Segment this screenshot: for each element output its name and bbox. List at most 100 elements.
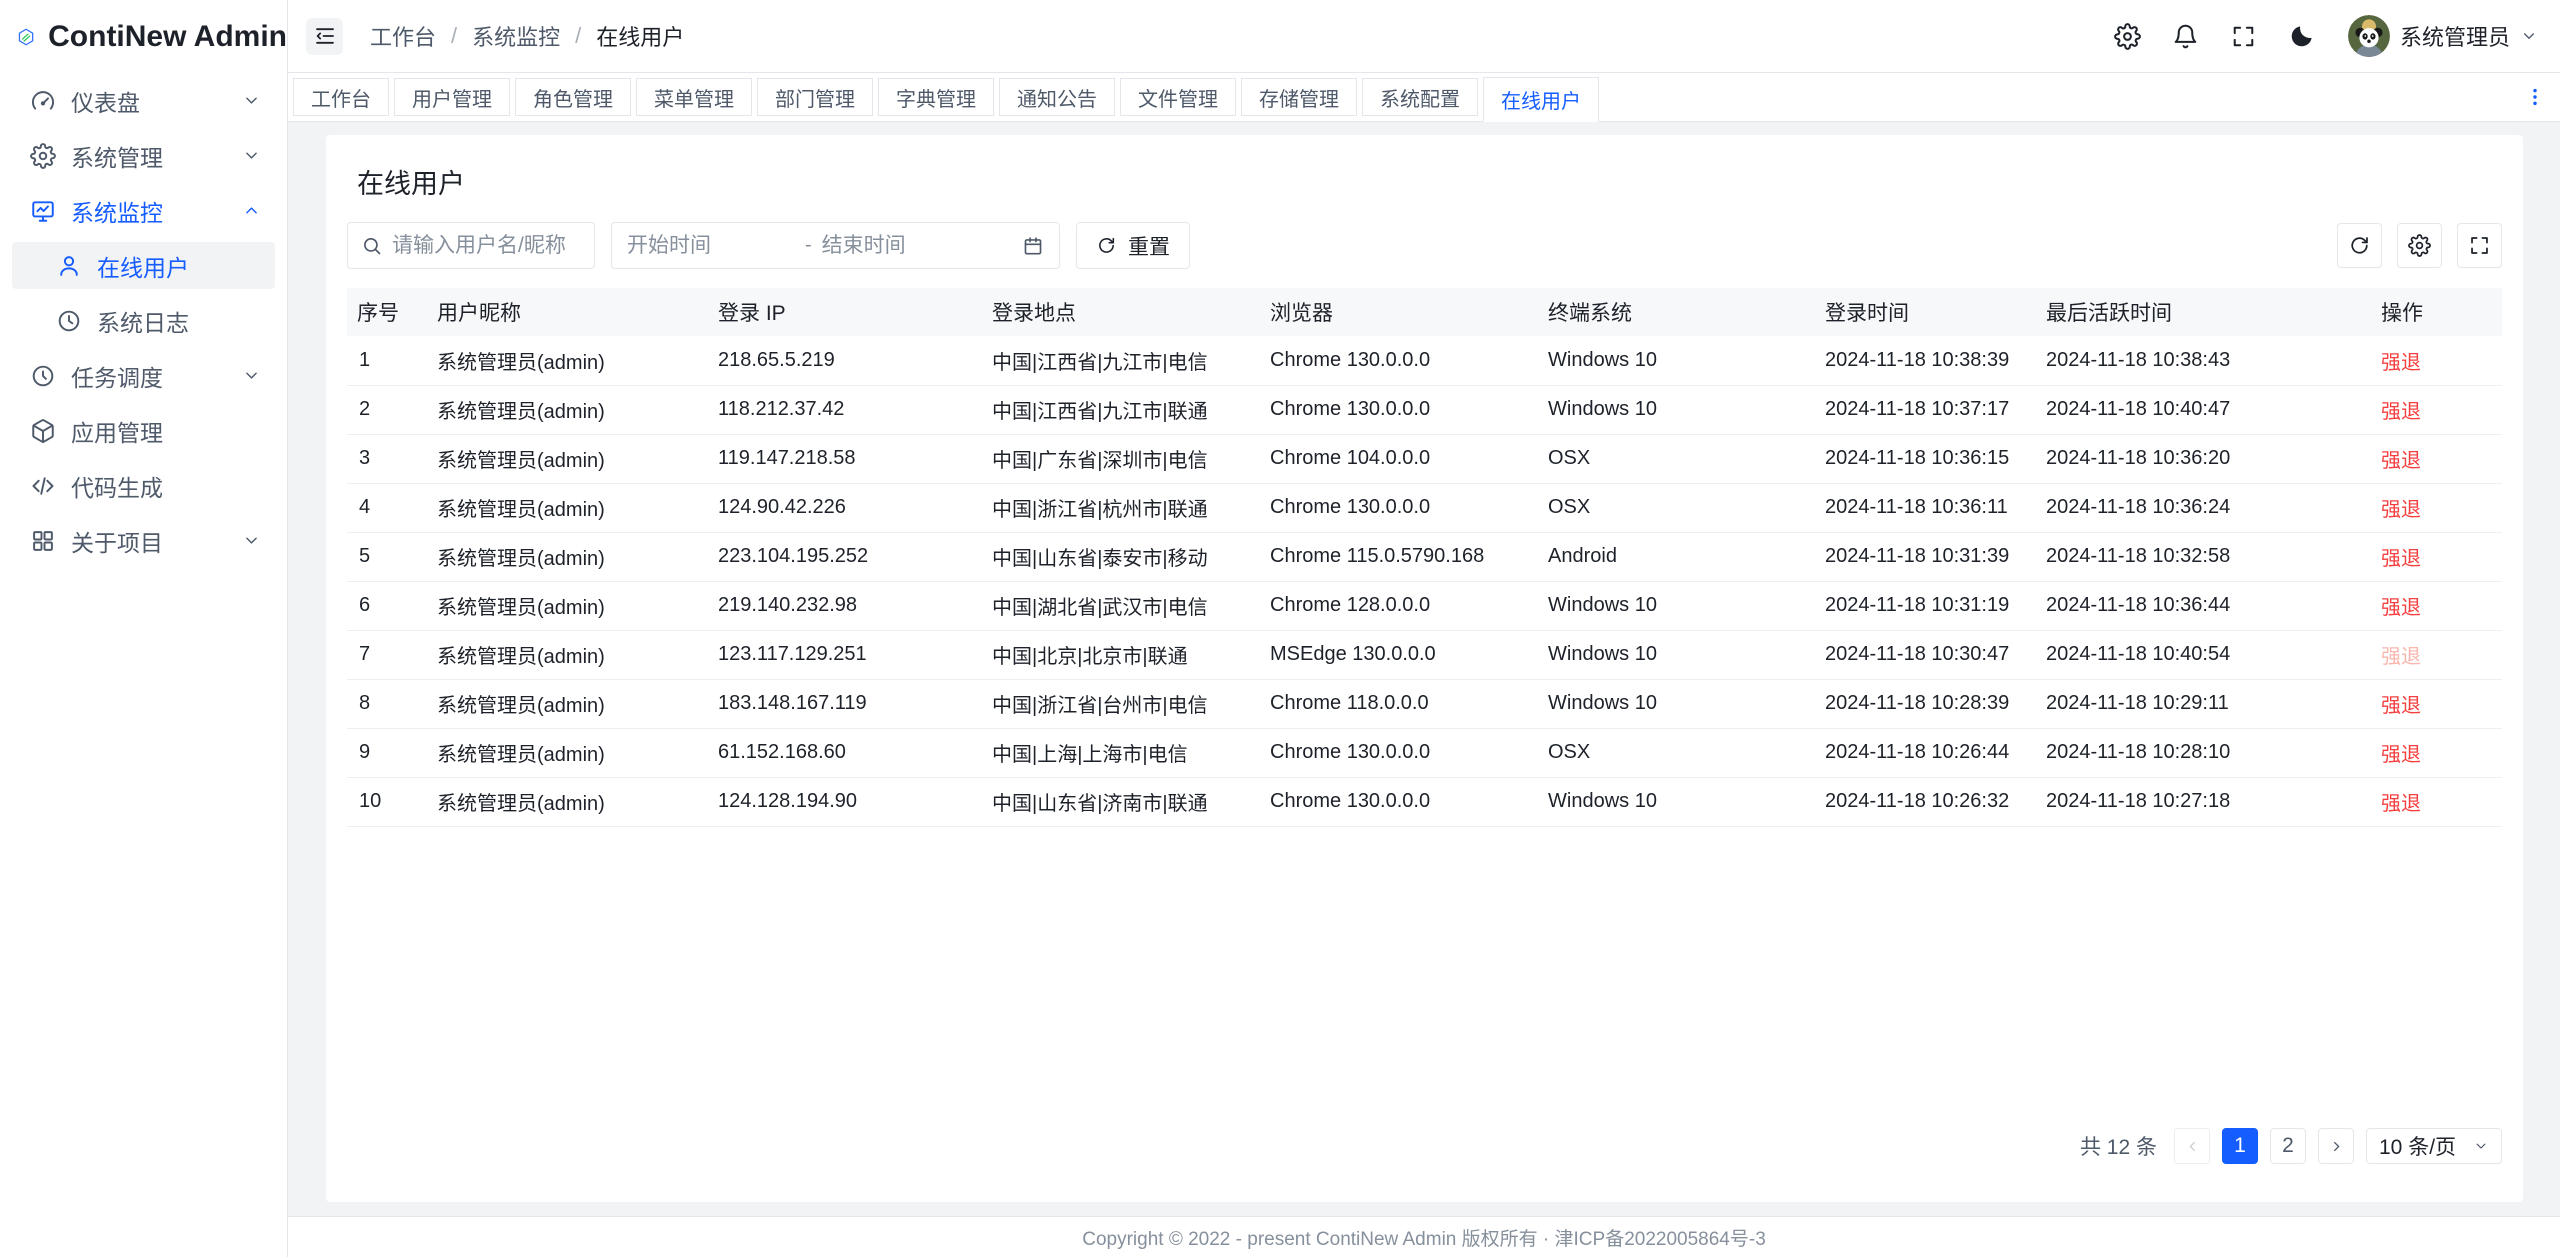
sidebar-item-5[interactable]: 任务调度 <box>12 348 275 403</box>
collapse-sidebar-button[interactable] <box>306 18 343 55</box>
more-vertical-icon[interactable] <box>2524 86 2546 108</box>
search-input[interactable] <box>392 234 581 258</box>
force-logout-link[interactable]: 强退 <box>2381 793 2421 815</box>
cell-action: 强退 <box>2371 483 2502 532</box>
cell-ip: 118.212.37.42 <box>708 385 982 434</box>
reset-button-label: 重置 <box>1128 231 1170 261</box>
settings-icon[interactable] <box>2114 23 2141 50</box>
pagination-page-1[interactable]: 1 <box>2222 1128 2258 1164</box>
cell-action: 强退 <box>2371 630 2502 679</box>
sidebar-item-label: 在线用户 <box>97 249 261 283</box>
cell-index: 3 <box>347 434 427 483</box>
cell-action: 强退 <box>2371 679 2502 728</box>
sidebar-item-3[interactable]: 在线用户 <box>12 242 275 289</box>
refresh-icon <box>1096 235 1117 256</box>
sidebar-item-label: 任务调度 <box>71 359 242 393</box>
table-toolbar-buttons <box>2337 223 2502 268</box>
pagination-page-2[interactable]: 2 <box>2270 1128 2306 1164</box>
pagination-prev-button[interactable] <box>2174 1128 2210 1164</box>
settings-button[interactable] <box>2397 223 2442 268</box>
breadcrumb-item[interactable]: 工作台 <box>370 20 436 52</box>
sidebar-item-2[interactable]: 系统监控 <box>12 183 275 238</box>
cell-index: 2 <box>347 385 427 434</box>
tab-字典管理[interactable]: 字典管理 <box>878 78 994 116</box>
force-logout-link[interactable]: 强退 <box>2381 352 2421 374</box>
refresh-button[interactable] <box>2337 223 2382 268</box>
force-logout-link[interactable]: 强退 <box>2381 450 2421 472</box>
sidebar-item-1[interactable]: 系统管理 <box>12 128 275 183</box>
sidebar-item-label: 系统管理 <box>71 139 242 173</box>
cell-index: 10 <box>347 777 427 826</box>
force-logout-link[interactable]: 强退 <box>2381 695 2421 717</box>
cell-location: 中国|广东省|深圳市|电信 <box>982 434 1260 483</box>
search-icon <box>361 235 383 257</box>
force-logout-link[interactable]: 强退 <box>2381 744 2421 766</box>
tab-在线用户[interactable]: 在线用户 <box>1483 77 1599 122</box>
menu-fold-icon <box>313 24 337 48</box>
sidebar-item-8[interactable]: 关于项目 <box>12 513 275 568</box>
bell-icon[interactable] <box>2172 23 2199 50</box>
force-logout-link[interactable]: 强退 <box>2381 548 2421 570</box>
cell-location: 中国|北京|北京市|联通 <box>982 630 1260 679</box>
moon-icon[interactable] <box>2288 23 2315 50</box>
cell-browser: Chrome 130.0.0.0 <box>1260 777 1538 826</box>
cell-index: 5 <box>347 532 427 581</box>
fullscreen-button[interactable] <box>2457 223 2502 268</box>
table-row: 6系统管理员(admin)219.140.232.98中国|湖北省|武汉市|电信… <box>347 581 2502 630</box>
pagination-next-button[interactable] <box>2318 1128 2354 1164</box>
fullscreen-icon[interactable] <box>2230 23 2257 50</box>
cell-browser: Chrome 104.0.0.0 <box>1260 434 1538 483</box>
cell-action: 强退 <box>2371 532 2502 581</box>
cell-action: 强退 <box>2371 581 2502 630</box>
cell-last_active: 2024-11-18 10:40:47 <box>2036 385 2371 434</box>
history-icon <box>56 308 82 334</box>
empty-space <box>347 827 2502 1129</box>
tab-用户管理[interactable]: 用户管理 <box>394 78 510 116</box>
reset-button[interactable]: 重置 <box>1076 222 1190 269</box>
cell-login_time: 2024-11-18 10:36:11 <box>1815 483 2036 532</box>
top-header: 工作台/系统监控/在线用户 系统管理员 <box>288 0 2560 73</box>
cell-ip: 219.140.232.98 <box>708 581 982 630</box>
force-logout-link[interactable]: 强退 <box>2381 499 2421 521</box>
sidebar-item-7[interactable]: 代码生成 <box>12 458 275 513</box>
breadcrumb-item[interactable]: 在线用户 <box>596 20 684 52</box>
tab-菜单管理[interactable]: 菜单管理 <box>636 78 752 116</box>
tab-角色管理[interactable]: 角色管理 <box>515 78 631 116</box>
tab-label: 系统配置 <box>1380 83 1460 112</box>
start-time-input[interactable] <box>627 234 795 258</box>
sidebar-item-0[interactable]: 仪表盘 <box>12 73 275 128</box>
column-header: 终端系统 <box>1538 288 1815 336</box>
chevron-up-icon <box>242 201 261 220</box>
force-logout-link[interactable]: 强退 <box>2381 401 2421 423</box>
tab-label: 角色管理 <box>533 83 613 112</box>
user-menu[interactable]: 系统管理员 <box>2348 15 2538 57</box>
date-range-picker[interactable]: - <box>611 222 1060 269</box>
tab-存储管理[interactable]: 存储管理 <box>1241 78 1357 116</box>
app-logo: ContiNew Admin <box>0 0 287 73</box>
online-users-table-wrap: 序号用户昵称登录 IP登录地点浏览器终端系统登录时间最后活跃时间操作 1系统管理… <box>347 288 2502 827</box>
cell-nickname: 系统管理员(admin) <box>427 434 708 483</box>
cell-ip: 183.148.167.119 <box>708 679 982 728</box>
sidebar-item-6[interactable]: 应用管理 <box>12 403 275 458</box>
cell-location: 中国|浙江省|台州市|电信 <box>982 679 1260 728</box>
sidebar-item-4[interactable]: 系统日志 <box>12 293 275 348</box>
tab-通知公告[interactable]: 通知公告 <box>999 78 1115 116</box>
tab-系统配置[interactable]: 系统配置 <box>1362 78 1478 116</box>
cell-action: 强退 <box>2371 385 2502 434</box>
column-header: 登录 IP <box>708 288 982 336</box>
cell-location: 中国|山东省|济南市|联通 <box>982 777 1260 826</box>
breadcrumb-item[interactable]: 系统监控 <box>472 20 560 52</box>
table-header-row: 序号用户昵称登录 IP登录地点浏览器终端系统登录时间最后活跃时间操作 <box>347 288 2502 336</box>
tab-label: 字典管理 <box>896 83 976 112</box>
avatar <box>2348 15 2390 57</box>
tab-文件管理[interactable]: 文件管理 <box>1120 78 1236 116</box>
refresh-icon <box>2348 234 2371 257</box>
tab-工作台[interactable]: 工作台 <box>293 78 389 116</box>
page-size-select[interactable]: 10 条/页 <box>2366 1128 2502 1164</box>
online-users-card: 在线用户 - 重置 <box>326 135 2523 1202</box>
tab-部门管理[interactable]: 部门管理 <box>757 78 873 116</box>
pagination-pages: 12 <box>2222 1128 2306 1164</box>
force-logout-link[interactable]: 强退 <box>2381 597 2421 619</box>
end-time-input[interactable] <box>822 234 1012 258</box>
header-actions: 系统管理员 <box>2114 15 2538 57</box>
